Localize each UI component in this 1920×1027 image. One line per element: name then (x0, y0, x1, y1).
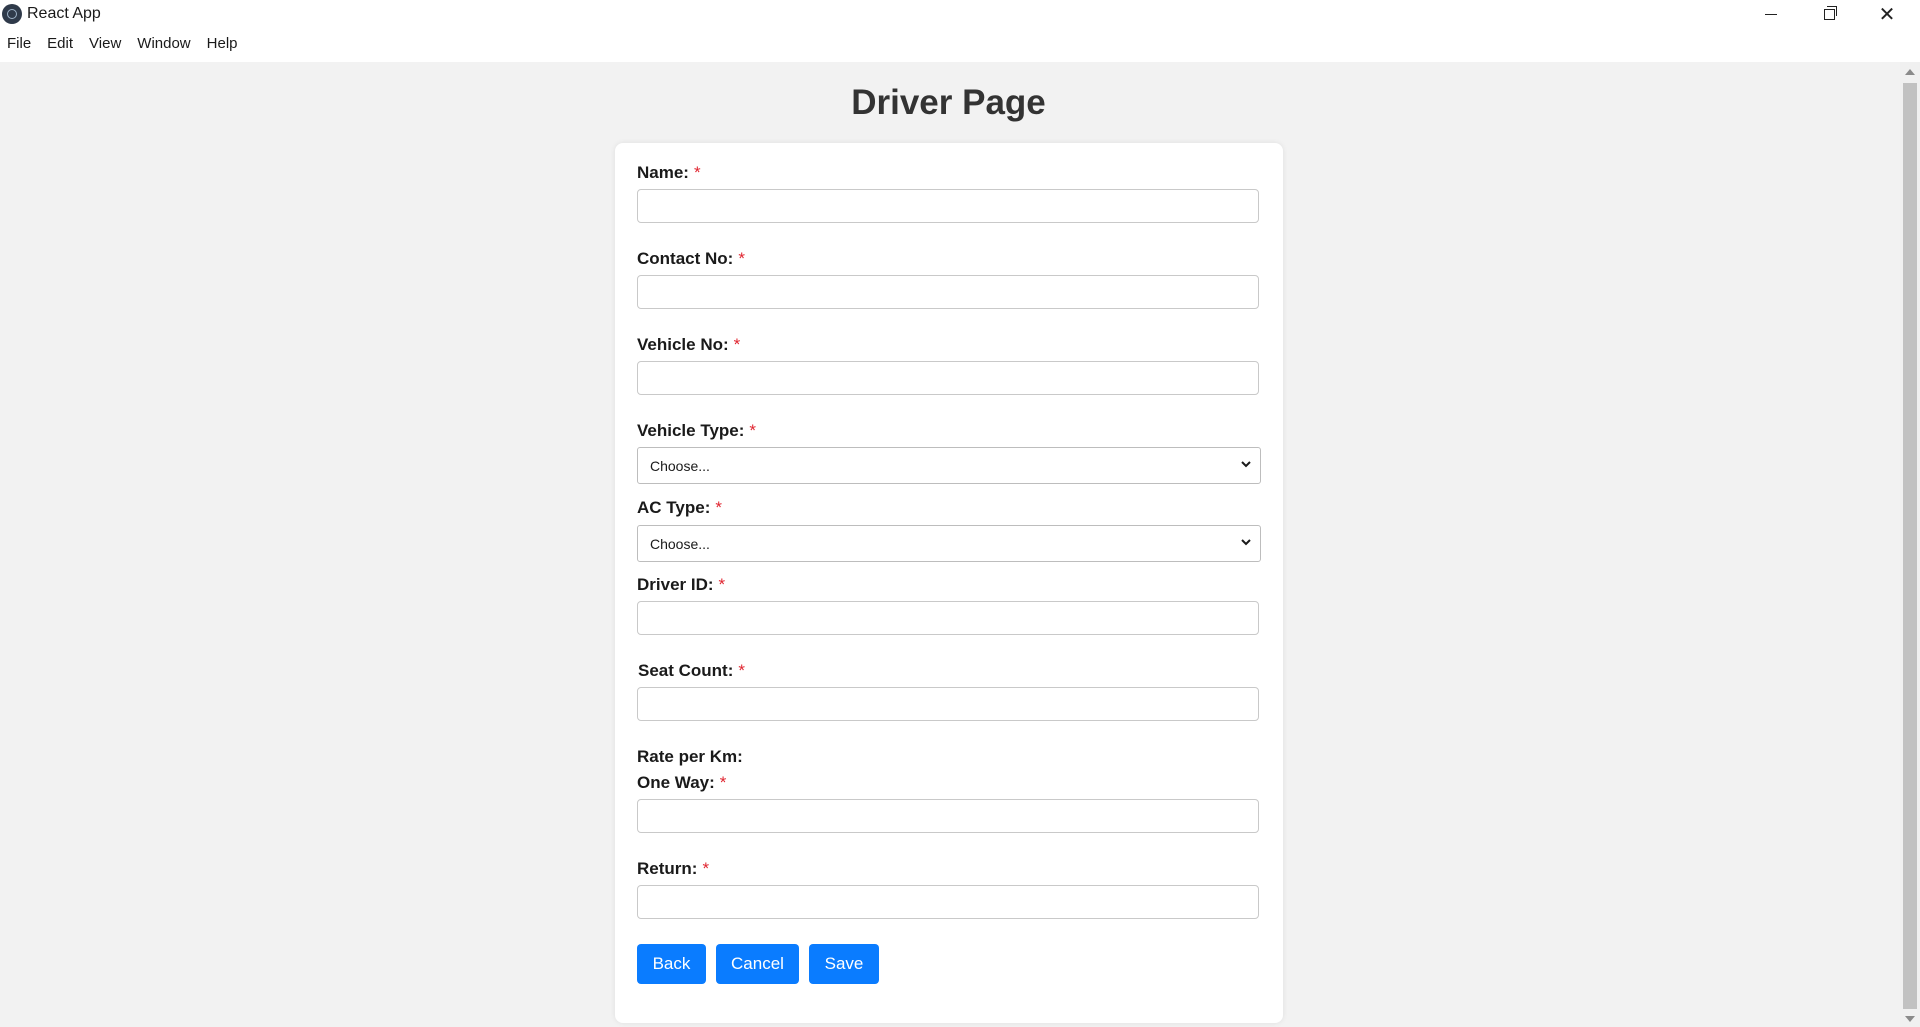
ac-type-select[interactable]: Choose... (637, 525, 1261, 562)
menu-edit[interactable]: Edit (39, 32, 81, 57)
minimize-button[interactable] (1742, 0, 1800, 29)
required-marker: * (702, 859, 710, 878)
one-way-input[interactable] (637, 799, 1259, 833)
maximize-icon (1823, 6, 1837, 20)
return-input[interactable] (637, 885, 1259, 919)
required-marker: * (718, 575, 726, 594)
required-marker: * (738, 249, 745, 268)
vehicle-no-label: Vehicle No: * (637, 335, 741, 354)
return-label: Return: * (637, 859, 710, 878)
chevron-down-icon (1241, 539, 1251, 546)
close-icon: ✕ (1878, 3, 1896, 26)
required-marker: * (738, 661, 746, 680)
contact-no-input[interactable] (637, 275, 1259, 309)
name-input[interactable] (637, 189, 1259, 223)
name-label: Name: * (637, 163, 701, 182)
menu-window[interactable]: Window (129, 32, 198, 57)
scroll-up-arrow-icon[interactable] (1905, 69, 1915, 75)
required-marker: * (733, 335, 741, 354)
driver-form: Name: * Contact No: * Vehicle No: * Vehicle… (615, 143, 1283, 1023)
seat-count-label: Seat Count: * (638, 661, 746, 680)
title-bar: React App ✕ (0, 0, 1920, 29)
menu-view[interactable]: View (81, 32, 129, 57)
required-marker: * (693, 163, 701, 182)
scroll-down-arrow-icon[interactable] (1905, 1016, 1915, 1022)
cancel-button[interactable]: Cancel (716, 944, 799, 984)
scrollbar-thumb[interactable] (1903, 83, 1917, 1009)
rate-per-km-heading: Rate per Km: (637, 747, 743, 766)
driver-id-label: Driver ID: * (637, 575, 726, 594)
menu-bar: File Edit View Window Help (0, 32, 246, 57)
ac-type-label: AC Type: * (637, 498, 722, 517)
maximize-button[interactable] (1800, 0, 1858, 29)
vertical-scrollbar[interactable] (1900, 62, 1920, 1027)
window-title: React App (27, 5, 101, 22)
electron-icon (2, 4, 22, 24)
required-marker: * (749, 421, 757, 440)
one-way-label: One Way: * (637, 773, 727, 792)
menu-help[interactable]: Help (199, 32, 246, 57)
seat-count-input[interactable] (637, 687, 1259, 721)
contact-no-label: Contact No: * (637, 249, 745, 268)
back-button[interactable]: Back (637, 944, 706, 984)
driver-id-input[interactable] (637, 601, 1259, 635)
required-marker: * (719, 773, 727, 792)
content-area: Driver Page Name: * Contact No: * Vehicle … (0, 62, 1900, 1027)
vehicle-type-selected: Choose... (650, 458, 710, 474)
menu-file[interactable]: File (0, 32, 39, 57)
required-marker: * (715, 498, 722, 517)
vehicle-type-label: Vehicle Type: * (637, 421, 757, 440)
chevron-down-icon (1241, 461, 1251, 468)
page-title: Driver Page (851, 83, 1046, 122)
vehicle-no-input[interactable] (637, 361, 1259, 395)
ac-type-selected: Choose... (650, 536, 710, 552)
save-button[interactable]: Save (809, 944, 879, 984)
minimize-icon (1765, 14, 1777, 15)
close-button[interactable]: ✕ (1858, 0, 1916, 29)
vehicle-type-select[interactable]: Choose... (637, 447, 1261, 484)
